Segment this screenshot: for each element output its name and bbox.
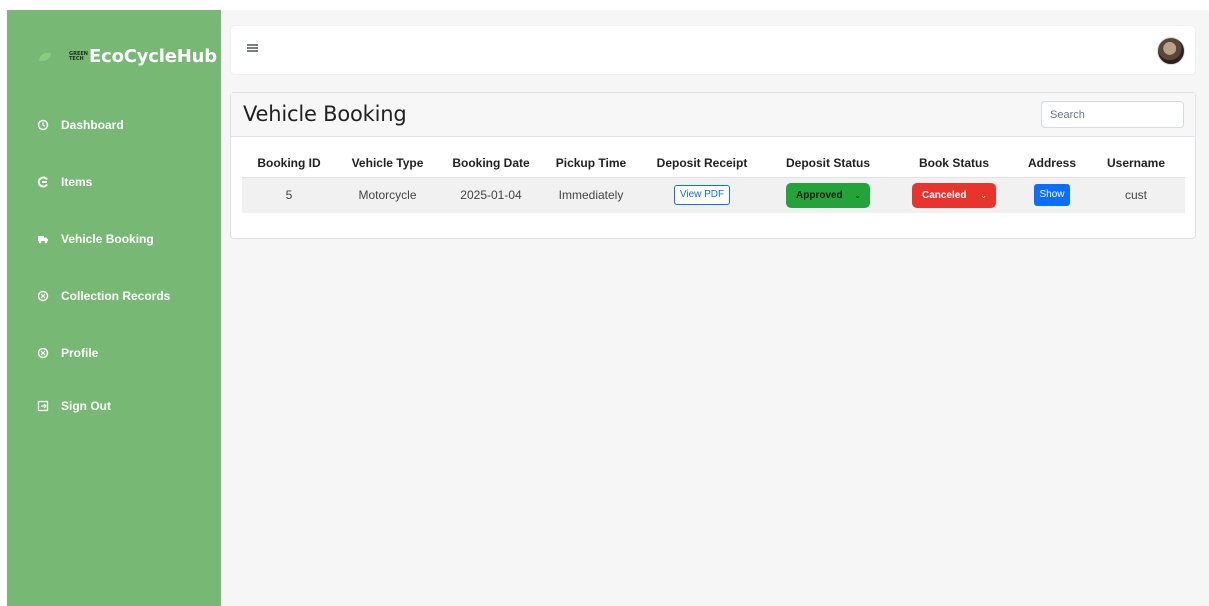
book-status-select[interactable]: Canceled ⌄ [912, 182, 996, 208]
deposit-status-select[interactable]: Approved ⌄ [786, 182, 870, 208]
column-header: Vehicle Type [336, 149, 439, 178]
app-window: GREEN TECH EcoCycleHub Dashboard Items V… [7, 10, 1209, 606]
truck-icon [37, 233, 49, 245]
sidebar-item-label: Sign Out [61, 399, 111, 413]
sidebar-item-label: Profile [61, 346, 99, 360]
sidebar-item-label: Dashboard [61, 118, 124, 132]
pickup-time-cell: Immediately [543, 177, 639, 213]
vehicle-type-cell: Motorcycle [336, 177, 439, 213]
book-status-value: Canceled [922, 189, 967, 201]
sidebar-item-label: Vehicle Booking [61, 232, 154, 246]
column-header: Pickup Time [543, 149, 639, 178]
search-input[interactable] [1041, 101, 1184, 128]
column-header: Username [1087, 149, 1185, 178]
address-cell: Show [1017, 177, 1087, 213]
sign-out-icon [37, 400, 49, 412]
column-header: Booking ID [242, 149, 336, 178]
show-address-button[interactable]: Show [1034, 184, 1070, 207]
table-row: 5 Motorcycle 2025-01-04 Immediately View… [242, 177, 1185, 213]
sidebar-item-label: Collection Records [61, 289, 171, 303]
booking-id-cell: 5 [242, 177, 336, 213]
hamburger-icon[interactable] [247, 44, 258, 52]
sidebar-item-profile[interactable]: Profile [37, 346, 98, 360]
brand-logo: GREEN TECH [69, 50, 88, 62]
items-icon [37, 176, 49, 188]
profile-icon [37, 347, 49, 359]
chevron-down-icon: ⌄ [854, 190, 861, 200]
deposit-status-cell: Approved ⌄ [765, 177, 891, 213]
column-header: Book Status [891, 149, 1017, 178]
table-header-row: Booking ID Vehicle Type Booking Date Pic… [242, 149, 1185, 178]
page-title: Vehicle Booking [243, 102, 407, 126]
leaf-icon [39, 50, 63, 64]
booking-card: Vehicle Booking Booking ID Vehicle Type … [230, 92, 1196, 239]
column-header: Deposit Receipt [639, 149, 765, 178]
column-header: Address [1017, 149, 1087, 178]
column-header: Deposit Status [765, 149, 891, 178]
sidebar-item-collection-records[interactable]: Collection Records [37, 289, 170, 303]
sidebar-item-dashboard[interactable]: Dashboard [37, 118, 124, 132]
brand[interactable]: GREEN TECH EcoCycleHub [39, 46, 217, 67]
dashboard-icon [37, 119, 49, 131]
username-cell: cust [1087, 177, 1185, 213]
brand-name: EcoCycleHub [89, 46, 217, 67]
records-icon [37, 290, 49, 302]
sidebar-item-label: Items [61, 175, 93, 189]
sidebar: GREEN TECH EcoCycleHub Dashboard Items V… [7, 10, 221, 606]
top-bar [230, 25, 1196, 75]
deposit-receipt-cell: View PDF [639, 177, 765, 213]
book-status-cell: Canceled ⌄ [891, 177, 1017, 213]
booking-date-cell: 2025-01-04 [439, 177, 543, 213]
view-pdf-button[interactable]: View PDF [674, 185, 730, 206]
chevron-down-icon: ⌄ [980, 190, 987, 200]
sidebar-item-vehicle-booking[interactable]: Vehicle Booking [37, 232, 154, 246]
booking-table: Booking ID Vehicle Type Booking Date Pic… [242, 149, 1185, 213]
sidebar-item-items[interactable]: Items [37, 175, 92, 189]
sidebar-item-sign-out[interactable]: Sign Out [37, 399, 111, 413]
column-header: Booking Date [439, 149, 543, 178]
avatar-icon[interactable] [1157, 37, 1185, 65]
main-content: Vehicle Booking Booking ID Vehicle Type … [221, 10, 1209, 606]
card-header: Vehicle Booking [231, 93, 1195, 137]
deposit-status-value: Approved [796, 189, 843, 201]
